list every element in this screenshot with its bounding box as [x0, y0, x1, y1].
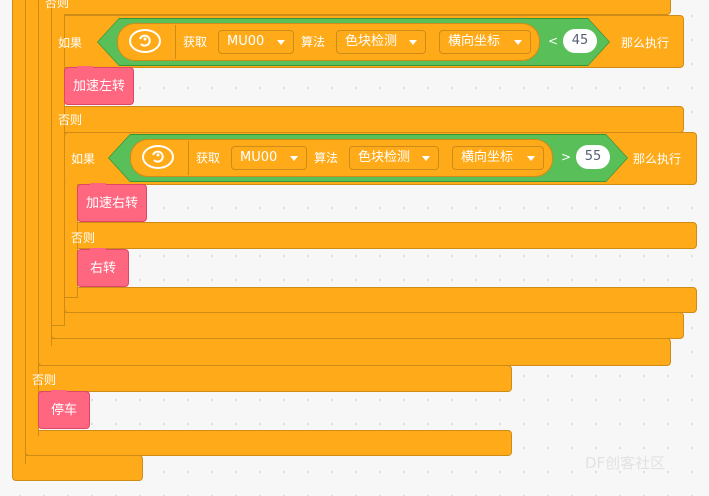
level1-else-bottom[interactable]: [25, 430, 512, 456]
algorithm-label: 算法: [314, 151, 339, 165]
joint-fill: [13, 0, 25, 466]
level2-bottom[interactable]: [38, 338, 671, 366]
level3-else-bar[interactable]: [51, 106, 684, 133]
level4-bottom[interactable]: [64, 287, 697, 313]
chevron-down-icon: [277, 40, 285, 45]
condition-2-icon-area: [132, 141, 189, 175]
field-dropdown-value: 横向坐标: [461, 150, 514, 165]
field-dropdown-value: 横向坐标: [448, 34, 501, 49]
get-label: 获取: [183, 35, 208, 49]
chevron-down-icon: [290, 156, 298, 161]
field-dropdown[interactable]: 横向坐标: [452, 146, 544, 170]
algorithm-dropdown[interactable]: 色块检测: [336, 30, 426, 54]
chevron-down-icon: [527, 156, 535, 161]
else-label: 否则: [58, 113, 83, 127]
sensor-dropdown-value: MU00: [240, 150, 278, 165]
chevron-down-icon: [422, 156, 430, 161]
action-block-accelerate-left[interactable]: 加速左转: [64, 66, 134, 105]
action-block-turn-right[interactable]: 右转: [77, 248, 129, 287]
level3-else-header[interactable]: [51, 0, 671, 15]
vision-sensor-icon: [142, 145, 174, 169]
algorithm-dropdown-value: 色块检测: [358, 150, 411, 165]
else-label: 否则: [45, 0, 70, 10]
level4-else-bar[interactable]: [64, 222, 697, 249]
else-label: 否则: [71, 231, 96, 245]
then-label: 那么执行: [633, 152, 682, 166]
operator-label: >: [561, 150, 572, 164]
condition-1-sensor-reporter[interactable]: 获取 MU00 算法 色块检测 横向坐标: [117, 23, 540, 61]
field-dropdown[interactable]: 横向坐标: [439, 30, 531, 54]
condition-1-icon-area: [119, 25, 176, 59]
else-label: 否则: [32, 373, 57, 387]
action-block-accelerate-right[interactable]: 加速右转: [77, 183, 147, 222]
vision-sensor-icon: [129, 29, 161, 53]
operator-label: <: [548, 34, 559, 48]
joint-fill: [39, 0, 51, 350]
algorithm-dropdown[interactable]: 色块检测: [349, 146, 439, 170]
watermark: DF创客社区: [585, 454, 666, 472]
algorithm-dropdown-value: 色块检测: [345, 34, 398, 49]
get-label: 获取: [196, 151, 221, 165]
then-label: 那么执行: [621, 36, 670, 50]
chevron-down-icon: [409, 40, 417, 45]
sensor-dropdown[interactable]: MU00: [231, 146, 307, 170]
condition-2-sensor-reporter[interactable]: 获取 MU00 算法 色块检测 横向坐标: [130, 139, 553, 177]
action-block-stop[interactable]: 停车: [38, 390, 90, 429]
condition-1-compare: < 45: [540, 23, 600, 61]
level1-else-header[interactable]: [25, 365, 512, 392]
value-input[interactable]: 55: [576, 145, 610, 169]
if-label: 如果: [71, 152, 96, 166]
sensor-dropdown-value: MU00: [227, 34, 265, 49]
algorithm-label: 算法: [301, 35, 326, 49]
value-input[interactable]: 45: [563, 29, 597, 53]
condition-2-compare: > 55: [553, 139, 617, 177]
sensor-dropdown[interactable]: MU00: [218, 30, 294, 54]
if-label: 如果: [58, 36, 83, 50]
chevron-down-icon: [514, 40, 522, 45]
outer-else-bottom-bar[interactable]: [12, 455, 143, 481]
level3-bottom[interactable]: [51, 312, 684, 339]
